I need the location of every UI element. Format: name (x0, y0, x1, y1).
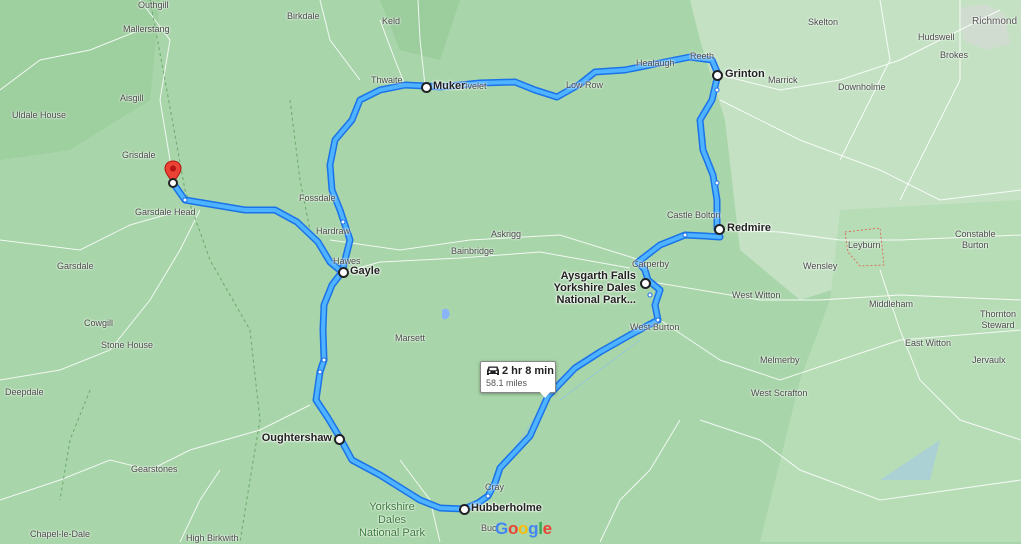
place-label-national-park: Yorkshire Dales National Park (358, 501, 426, 539)
place-label-marrick: Marrick (768, 75, 798, 85)
place-label-askrigg: Askrigg (491, 229, 522, 239)
bubble-pointer (539, 391, 551, 398)
waypoint-circle-icon[interactable] (338, 267, 349, 278)
logo-letter: o (507, 519, 519, 538)
place-label-chapel-le-dale: Chapel-le-Dale (30, 529, 91, 539)
logo-letter: e (542, 519, 552, 538)
place-label-west-witton: West Witton (732, 290, 781, 300)
place-label-brokes: Brokes (940, 50, 969, 60)
waypoint-circle-icon[interactable] (640, 278, 651, 289)
logo-letter: G (495, 519, 508, 538)
google-logo: Google (495, 519, 552, 539)
place-label-west-burton: West Burton (630, 322, 680, 332)
waypoint-circle-icon[interactable] (334, 434, 345, 445)
place-label-garsdale: Garsdale (57, 261, 94, 271)
waypoint-label-hubberholme[interactable]: Hubberholme (471, 502, 542, 514)
place-label-wensley: Wensley (803, 261, 838, 271)
place-label-deepdale: Deepdale (5, 387, 44, 397)
place-label-bainbridge: Bainbridge (451, 246, 495, 256)
place-label-cowgill: Cowgill (84, 318, 114, 328)
place-label-carperby: Carperby (632, 259, 670, 269)
waypoint-circle-icon[interactable] (459, 504, 470, 515)
place-label-middleham: Middleham (869, 299, 914, 309)
place-label-marsett: Marsett (395, 333, 426, 343)
place-label-thornton-steward: Thornton Steward (980, 309, 1017, 330)
place-label-birkdale: Birkdale (287, 11, 320, 21)
place-label-leyburn: Leyburn (848, 240, 881, 250)
waypoint-label-aysgarth-falls[interactable]: Aysgarth Falls Yorkshire Dales National … (510, 270, 636, 306)
place-label-skelton: Skelton (808, 17, 839, 27)
place-label-stone-house: Stone House (101, 340, 154, 350)
red-location-pin-icon[interactable] (164, 160, 182, 190)
place-label-reeth: Reeth (690, 51, 715, 61)
place-label-cray: Cray (485, 482, 505, 492)
place-label-grisdale: Grisdale (122, 150, 156, 160)
place-label-outhgill: Outhgill (138, 0, 169, 10)
logo-letter: g (528, 519, 539, 538)
route-distance: 58.1 miles (486, 378, 528, 388)
place-label-gearstones: Gearstones (131, 464, 178, 474)
waypoint-label-redmire[interactable]: Redmire (727, 222, 771, 234)
place-label-constable-burton: Constable Burton (955, 229, 996, 250)
place-label-east-witton: East Witton (905, 338, 952, 348)
place-label-hudswell: Hudswell (918, 32, 955, 42)
route-duration: 2 hr 8 min (502, 365, 554, 377)
place-label-jervaulx: Jervaulx (972, 355, 1006, 365)
place-label-low-row: Low Row (566, 80, 604, 90)
waypoint-circle-icon[interactable] (712, 70, 723, 81)
waypoint-label-oughtershaw[interactable]: Oughtershaw (250, 432, 332, 444)
waypoint-circle-icon[interactable] (421, 82, 432, 93)
place-label-hardraw: Hardraw (316, 226, 351, 236)
logo-letter: o (518, 519, 529, 538)
place-label-garsdale-head: Garsdale Head (135, 207, 196, 217)
place-label-uldale-house: Uldale House (12, 110, 67, 120)
place-label-mallerstang: Mallerstang (123, 24, 170, 34)
place-label-aisgill: Aisgill (120, 93, 144, 103)
place-label-castle-bolton: Castle Bolton (667, 210, 721, 220)
waypoint-circle-icon[interactable] (714, 224, 725, 235)
place-label-richmond: Richmond (972, 16, 1018, 27)
place-label-fossdale: Fossdale (299, 193, 336, 203)
place-label-downholme: Downholme (838, 82, 886, 92)
waypoint-label-gayle[interactable]: Gayle (350, 265, 380, 277)
place-label-high-birkwith: High Birkwith (186, 533, 239, 543)
place-label-west-scrafton: West Scrafton (751, 388, 808, 398)
waypoint-label-grinton[interactable]: Grinton (725, 68, 765, 80)
place-label-melmerby: Melmerby (760, 355, 800, 365)
place-label-keld: Keld (382, 16, 401, 26)
place-label-ivelet: Ivelet (465, 81, 487, 91)
waypoint-label-muker[interactable]: Muker (433, 80, 465, 92)
place-label-healaugh: Healaugh (636, 58, 675, 68)
place-label-thwaite: Thwaite (371, 75, 403, 85)
car-icon (487, 366, 499, 375)
route-info-bubble[interactable]: 2 hr 8 min 58.1 miles (480, 361, 556, 398)
